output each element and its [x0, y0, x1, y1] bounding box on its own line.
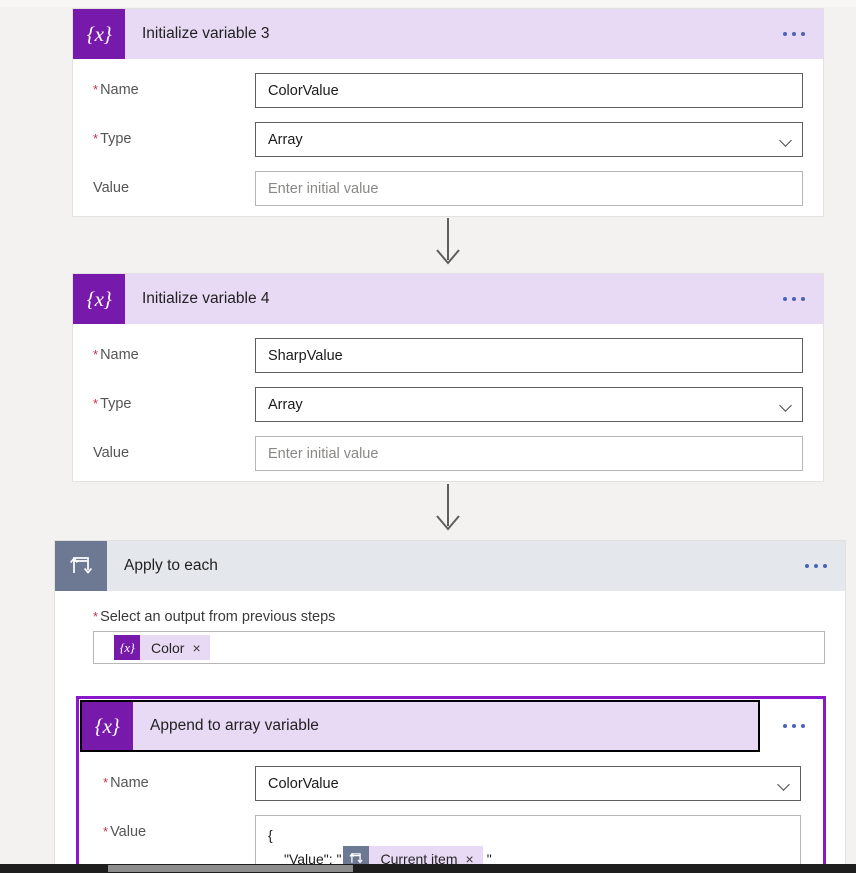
field-label-text: Value: [93, 180, 130, 196]
card-header[interactable]: {x} Initialize variable 4: [73, 274, 823, 324]
more-commands-icon[interactable]: [783, 297, 805, 301]
field-label-text: Name: [100, 347, 139, 363]
action-card-append-to-array-variable[interactable]: {x} Append to array variable i *Name Col…: [76, 696, 826, 873]
field-row-value: Value Enter initial value: [93, 171, 803, 206]
field-label: Value: [93, 436, 255, 461]
field-label: * Type: [93, 387, 255, 412]
variable-icon: {x}: [81, 702, 133, 750]
variable-icon: {x}: [73, 9, 125, 59]
field-label-text: Type: [100, 396, 132, 412]
horizontal-scrollbar[interactable]: [0, 864, 856, 873]
value-input[interactable]: Enter initial value: [255, 436, 803, 471]
required-asterisk: *: [93, 396, 99, 411]
value-code-line-1: {: [268, 827, 273, 843]
flow-canvas: {x} Initialize variable 3 * Name ColorVal…: [0, 0, 856, 873]
field-row-type: * Type Array: [93, 122, 803, 157]
field-label-text: Name: [100, 82, 139, 98]
card-header[interactable]: {x} Initialize variable 3: [73, 9, 823, 59]
token-label: Color: [151, 639, 185, 656]
field-row-type: * Type Array: [93, 387, 803, 422]
required-asterisk: *: [93, 609, 99, 624]
append-name-dropdown[interactable]: ColorValue: [255, 766, 801, 801]
card-body: * Name ColorValue * Type Array Value Enter…: [73, 73, 823, 224]
type-dropdown[interactable]: Array: [255, 387, 803, 422]
loop-body: * Select an output from previous steps {x…: [55, 591, 845, 664]
chevron-down-icon: [779, 780, 789, 790]
arrow-down-icon: [436, 484, 460, 531]
dynamic-content-token-color[interactable]: {x} Color ×: [114, 635, 210, 660]
selected-card-title: Append to array variable: [150, 717, 319, 734]
field-label-text: Type: [100, 131, 132, 147]
field-label-text: Value: [93, 445, 130, 461]
field-label-text: Name: [110, 775, 149, 791]
field-row-value: Value Enter initial value: [93, 436, 803, 471]
chevron-down-icon: [781, 401, 791, 411]
chevron-down-icon: [781, 136, 791, 146]
remove-token-icon[interactable]: ×: [190, 640, 209, 656]
field-label: * Name: [93, 73, 255, 98]
card-title: Initialize variable 4: [142, 290, 270, 307]
loop-card-header[interactable]: Apply to each: [55, 541, 845, 591]
required-asterisk: *: [93, 82, 99, 97]
canvas-top-strip: [0, 0, 856, 7]
select-output-label: * Select an output from previous steps: [93, 609, 825, 625]
field-label-text: Value: [110, 824, 147, 840]
field-label: * Name: [93, 338, 255, 363]
action-card-initialize-variable-4[interactable]: {x} Initialize variable 4 * Name SharpVal…: [72, 273, 824, 482]
field-label: * Value: [103, 815, 255, 840]
connector-arrow-1: [432, 218, 464, 271]
loop-icon: [55, 541, 107, 591]
selected-card-header[interactable]: {x} Append to array variable: [80, 700, 760, 752]
field-row-name: * Name SharpValue: [93, 338, 803, 373]
scope-card-apply-to-each[interactable]: Apply to each * Select an output from pre…: [54, 540, 846, 873]
card-body: * Name SharpValue * Type Array Value Enter…: [73, 338, 823, 489]
required-asterisk: *: [93, 347, 99, 362]
arrow-down-icon: [436, 218, 460, 265]
type-dropdown[interactable]: Array: [255, 122, 803, 157]
more-commands-icon[interactable]: [783, 32, 805, 36]
variable-icon: {x}: [73, 274, 125, 324]
loop-icon-glyph: [69, 557, 93, 574]
value-input[interactable]: Enter initial value: [255, 171, 803, 206]
select-output-input[interactable]: {x} Color ×: [93, 631, 825, 664]
name-input[interactable]: SharpValue: [255, 338, 803, 373]
select-output-label-text: Select an output from previous steps: [100, 609, 336, 625]
field-label: * Type: [93, 122, 255, 147]
loop-card-title: Apply to each: [124, 557, 218, 574]
type-dropdown-value: Array: [268, 396, 303, 413]
name-input[interactable]: ColorValue: [255, 73, 803, 108]
field-row-name: * Name ColorValue: [103, 766, 801, 801]
required-asterisk: *: [103, 824, 109, 839]
selected-card-body: * Name ColorValue * Value { "Value": " C…: [79, 766, 823, 873]
append-name-value: ColorValue: [268, 775, 339, 792]
field-label: * Name: [103, 766, 255, 791]
card-title: Initialize variable 3: [142, 25, 270, 42]
more-commands-icon[interactable]: [805, 564, 827, 568]
field-label: Value: [93, 171, 255, 196]
variable-icon: {x}: [114, 635, 140, 660]
connector-arrow-2: [432, 484, 464, 537]
required-asterisk: *: [103, 775, 109, 790]
more-commands-icon[interactable]: [783, 724, 805, 728]
type-dropdown-value: Array: [268, 131, 303, 148]
horizontal-scrollbar-thumb[interactable]: [108, 865, 353, 872]
required-asterisk: *: [93, 131, 99, 146]
action-card-initialize-variable-3[interactable]: {x} Initialize variable 3 * Name ColorVal…: [72, 8, 824, 217]
field-row-name: * Name ColorValue: [93, 73, 803, 108]
